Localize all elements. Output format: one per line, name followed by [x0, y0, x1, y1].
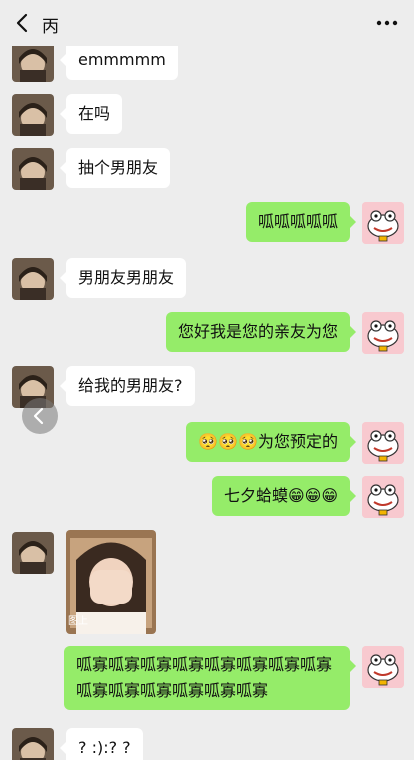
message-bubble-outgoing[interactable]: 🥺🥺🥺为您预定的 — [186, 422, 356, 462]
image-message[interactable]: 图上 — [66, 530, 156, 634]
chevron-left-icon — [33, 407, 44, 425]
chat-list[interactable]: emmmmm 在吗 抽个男朋友 呱呱呱呱呱 男朋友男朋友 您好我是您的亲友为您 … — [0, 46, 414, 760]
back-chevron-icon[interactable] — [12, 12, 34, 34]
avatar-left[interactable] — [12, 258, 54, 300]
message-bubble-incoming[interactable]: 抽个男朋友 — [59, 148, 171, 188]
pleading-emoji-icon: 🥺🥺🥺 — [198, 432, 258, 451]
avatar-left[interactable] — [12, 532, 54, 574]
avatar-left[interactable] — [12, 728, 54, 760]
more-dots-icon[interactable] — [376, 12, 398, 34]
message-bubble-incoming[interactable]: ? :):? ? — [60, 728, 143, 760]
avatar-left[interactable] — [12, 46, 54, 82]
avatar-right[interactable] — [362, 476, 404, 518]
message-bubble-incoming[interactable]: emmmmm — [60, 46, 178, 80]
grin-emoji-icon: 😁😁😁 — [287, 486, 338, 505]
avatar-right[interactable] — [362, 422, 404, 464]
message-bubble-outgoing[interactable]: 呱寡呱寡呱寡呱寡呱寡呱寡呱寡呱寡呱寡呱寡呱寡呱寡呱寡呱寡 — [64, 646, 356, 710]
avatar-right[interactable] — [362, 202, 404, 244]
avatar-left[interactable] — [12, 94, 54, 136]
avatar-right[interactable] — [362, 312, 404, 354]
message-bubble-incoming[interactable]: 在吗 — [59, 94, 123, 134]
message-text: 七夕蛤蟆 — [223, 486, 288, 505]
message-bubble-outgoing[interactable]: 呱呱呱呱呱 — [245, 202, 357, 242]
message-bubble-outgoing[interactable]: 您好我是您的亲友为您 — [165, 312, 357, 352]
message-bubble-incoming[interactable]: 男朋友男朋友 — [59, 258, 187, 298]
chat-title: 丙 — [42, 17, 59, 37]
image-caption: 图上 — [68, 616, 88, 627]
avatar-right[interactable] — [362, 646, 404, 688]
scroll-left-button[interactable] — [22, 398, 58, 434]
message-bubble-incoming[interactable]: 给我的男朋友? — [60, 366, 195, 406]
avatar-left[interactable] — [12, 148, 54, 190]
top-bar: 丙 — [0, 0, 414, 46]
message-bubble-outgoing[interactable]: 七夕蛤蟆😁😁😁 — [211, 476, 357, 516]
message-text: 为您预定的 — [257, 432, 338, 451]
